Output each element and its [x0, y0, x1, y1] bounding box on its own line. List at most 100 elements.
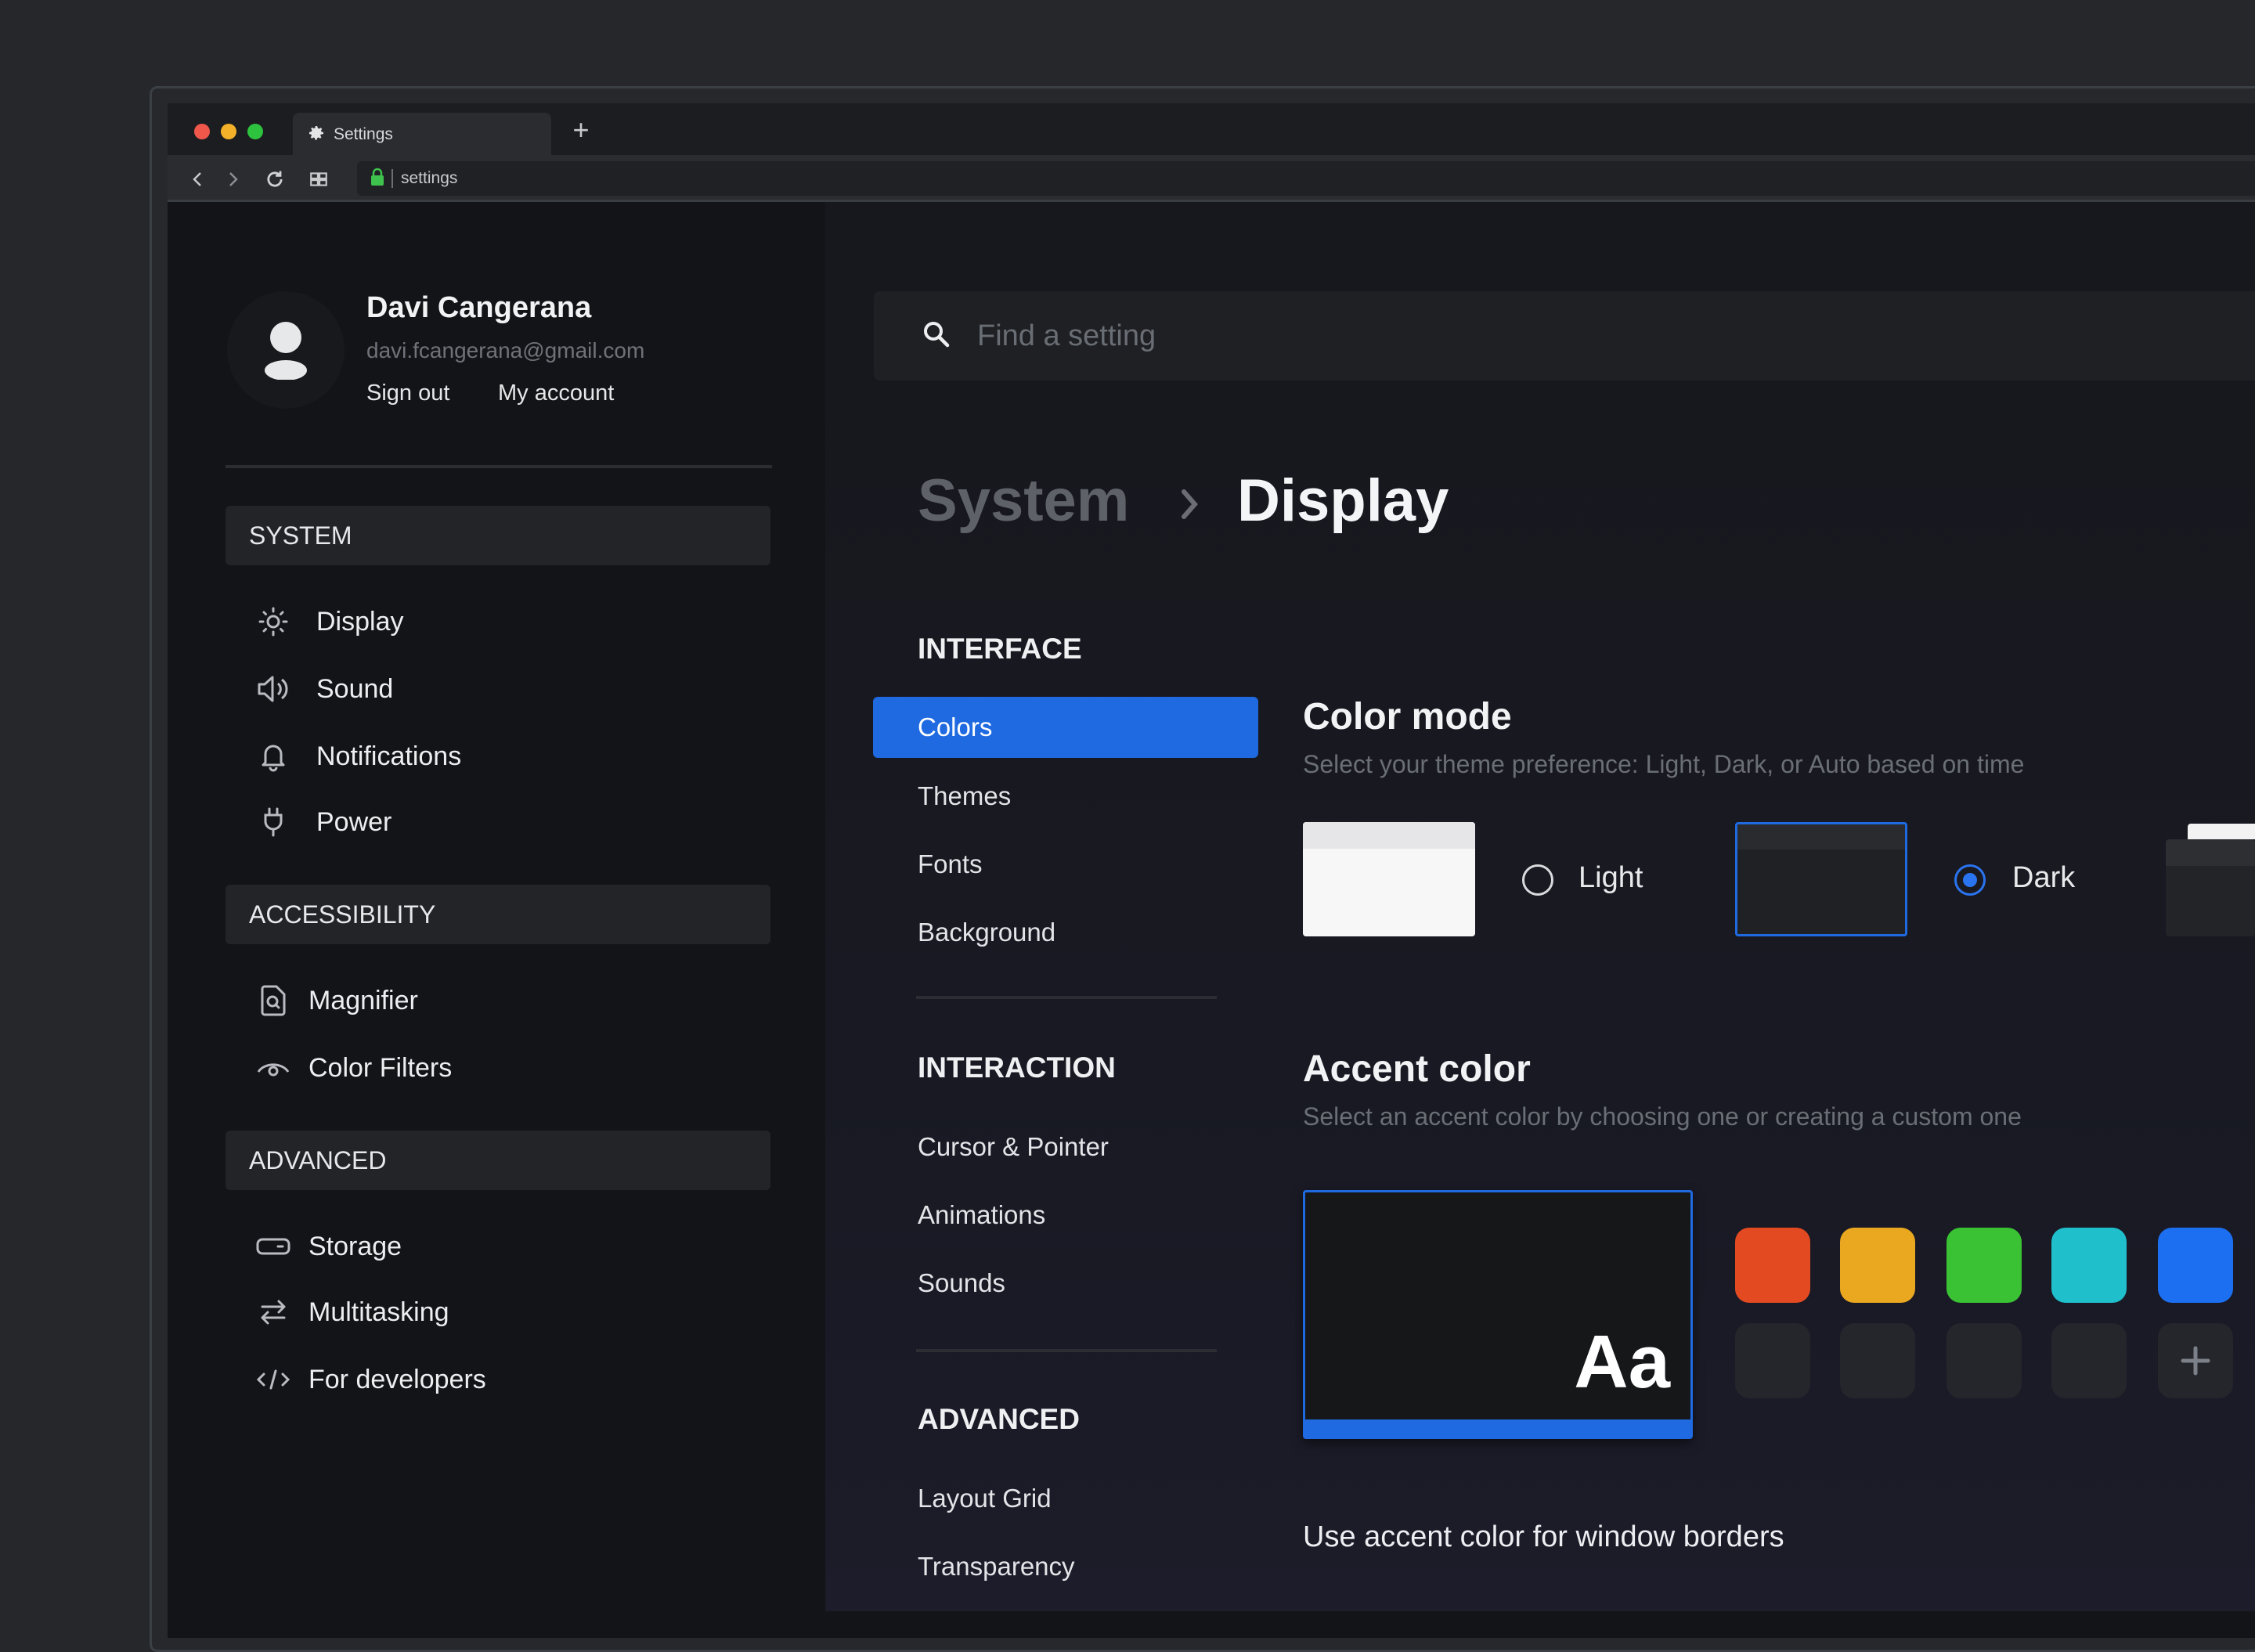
subnav-divider	[916, 996, 1217, 999]
subnav-item-background[interactable]: Background	[918, 918, 1055, 947]
storage-icon	[255, 1228, 291, 1264]
dark-radio[interactable]	[1954, 864, 1986, 896]
subnav-divider	[916, 1349, 1217, 1352]
avatar[interactable]	[227, 291, 345, 409]
accent-swatch-orange[interactable]	[1735, 1228, 1810, 1303]
subnav-item-sounds[interactable]: Sounds	[918, 1268, 1005, 1298]
sidebar-item-label: Magnifier	[308, 985, 418, 1015]
subnav-item-layout-grid[interactable]: Layout Grid	[918, 1484, 1052, 1513]
search-bar[interactable]: Find a setting	[874, 291, 2255, 381]
chevron-right-icon	[229, 172, 238, 186]
sidebar-item-label: For developers	[308, 1364, 486, 1394]
url-field[interactable]: settings	[357, 161, 2255, 196]
sidebar-item-label: Notifications	[316, 741, 462, 771]
dark-label: Dark	[2012, 861, 2076, 894]
brightness-icon	[255, 604, 291, 640]
chevron-left-icon	[193, 172, 201, 186]
accent-swatch-empty[interactable]	[1947, 1323, 2022, 1398]
forward-button[interactable]	[219, 166, 246, 193]
sidebar-item-label: Color Filters	[308, 1052, 453, 1083]
tabs-overview-button[interactable]	[305, 166, 332, 193]
sidebar-item-storage[interactable]: Storage	[255, 1225, 402, 1268]
search-icon	[921, 319, 952, 354]
lock-icon	[370, 168, 385, 190]
tab-bar: Settings +	[168, 103, 2255, 157]
add-accent-button[interactable]	[2158, 1323, 2233, 1398]
sidebar-item-display[interactable]: Display	[255, 600, 403, 644]
accent-swatch-empty[interactable]	[1735, 1323, 1810, 1398]
bell-icon	[255, 738, 291, 774]
theme-preview-titlebar	[2166, 839, 2255, 866]
chevron-right-icon	[1174, 481, 1206, 532]
my-account-link[interactable]: My account	[498, 381, 614, 406]
reload-button[interactable]	[262, 166, 288, 193]
subnav-item-transparency[interactable]: Transparency	[918, 1552, 1075, 1582]
breadcrumb-parent[interactable]: System	[918, 467, 1129, 535]
sidebar-item-for-developers[interactable]: For developers	[255, 1358, 486, 1401]
user-name: Davi Cangerana	[366, 291, 592, 324]
theme-preview-light[interactable]	[1303, 822, 1475, 936]
minimize-window-button[interactable]	[221, 124, 236, 139]
speaker-icon	[255, 671, 291, 707]
search-input[interactable]: Find a setting	[977, 319, 1156, 353]
plus-icon	[2181, 1346, 2210, 1376]
theme-preview-titlebar	[1737, 824, 1905, 849]
accent-swatch-green[interactable]	[1947, 1228, 2022, 1303]
sidebar-divider	[226, 465, 772, 468]
user-icon	[265, 322, 307, 380]
accent-swatch-empty[interactable]	[1840, 1323, 1915, 1398]
sidebar-item-power[interactable]: Power	[255, 800, 391, 844]
maximize-window-button[interactable]	[247, 124, 263, 139]
light-label: Light	[1578, 861, 1643, 894]
subnav-item-colors[interactable]: Colors	[873, 697, 1258, 758]
radio-selected-dot	[1963, 873, 1977, 887]
accent-swatch-blue[interactable]	[2158, 1228, 2233, 1303]
color-mode-description: Select your theme preference: Light, Dar…	[1303, 750, 2025, 778]
eye-icon	[255, 1050, 291, 1086]
sidebar-item-magnifier[interactable]: Magnifier	[255, 979, 418, 1023]
theme-preview-auto-light	[2188, 824, 2255, 839]
sidebar-section-advanced: ADVANCED	[226, 1131, 770, 1190]
sidebar-section-system: SYSTEM	[226, 506, 770, 565]
back-button[interactable]	[185, 166, 211, 193]
theme-preview-dark[interactable]	[1735, 822, 1907, 936]
theme-preview-auto[interactable]	[2166, 839, 2255, 936]
sign-out-link[interactable]: Sign out	[366, 381, 449, 406]
sidebar-item-label: Display	[316, 606, 404, 637]
accent-swatch-cyan[interactable]	[2051, 1228, 2127, 1303]
url-separator	[391, 169, 393, 188]
subnav-header-advanced: ADVANCED	[918, 1403, 1080, 1435]
page-title: Display	[1237, 467, 1449, 534]
accent-color-title: Accent color	[1303, 1048, 1531, 1090]
url-text: settings	[401, 169, 458, 187]
sidebar-section-accessibility: ACCESSIBILITY	[226, 885, 770, 944]
window-borders-option-label[interactable]: Use accent color for window borders	[1303, 1520, 1784, 1554]
gear-icon	[307, 124, 326, 146]
subnav-item-themes[interactable]: Themes	[918, 781, 1011, 811]
accent-color-description: Select an accent color by choosing one o…	[1303, 1102, 2022, 1131]
sidebar-item-notifications[interactable]: Notifications	[255, 734, 461, 778]
sidebar-item-sound[interactable]: Sound	[255, 667, 393, 711]
sidebar-item-label: Multitasking	[308, 1297, 449, 1327]
accent-preview-bar	[1305, 1419, 1690, 1437]
tab-settings[interactable]: Settings	[293, 113, 551, 157]
subnav-item-fonts[interactable]: Fonts	[918, 849, 983, 879]
user-email: davi.fcangerana@gmail.com	[366, 338, 645, 363]
sidebar-item-multitasking[interactable]: Multitasking	[255, 1290, 449, 1334]
arrows-icon	[255, 1294, 291, 1330]
color-mode-title: Color mode	[1303, 696, 1512, 738]
subnav-header-interaction: INTERACTION	[918, 1051, 1116, 1084]
plug-icon	[255, 804, 291, 840]
subnav-item-cursor-pointer[interactable]: Cursor & Pointer	[918, 1132, 1109, 1162]
light-radio[interactable]	[1522, 864, 1553, 896]
grid-icon	[310, 172, 327, 186]
subnav-item-animations[interactable]: Animations	[918, 1200, 1045, 1230]
new-tab-button[interactable]: +	[565, 113, 597, 147]
sidebar-item-color-filters[interactable]: Color Filters	[255, 1046, 452, 1090]
address-bar: settings	[168, 155, 2255, 202]
accent-swatch-empty[interactable]	[2051, 1323, 2127, 1398]
accent-swatch-yellow[interactable]	[1840, 1228, 1915, 1303]
theme-preview-titlebar	[1303, 822, 1475, 849]
code-icon	[255, 1362, 291, 1398]
close-window-button[interactable]	[194, 124, 210, 139]
